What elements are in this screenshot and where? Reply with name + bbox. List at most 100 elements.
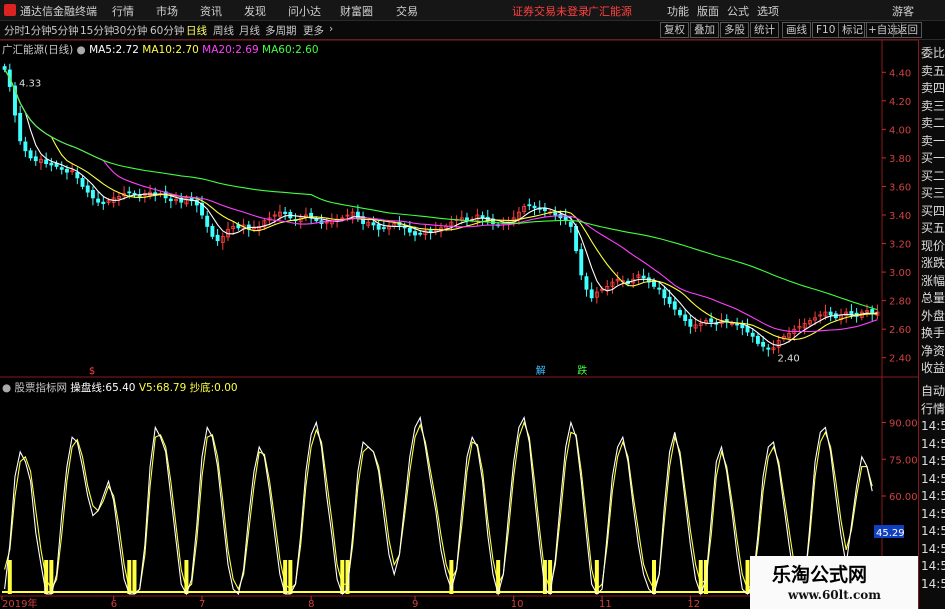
candle-body <box>96 198 101 203</box>
side-panel-item: 涨幅 <box>921 273 945 288</box>
side-panel-item: 换手 <box>921 326 945 340</box>
candle-body <box>574 226 579 252</box>
side-panel-item: 委比 <box>921 46 945 60</box>
candle-body <box>407 228 412 233</box>
side-panel-tick-item: 14:5 <box>921 436 945 451</box>
candle-body <box>28 150 33 159</box>
xtick-label: 7 <box>199 599 205 609</box>
candle-body <box>381 227 386 229</box>
ma10-value: 2.70 <box>175 44 199 56</box>
side-panel-item: 收益 <box>921 361 945 375</box>
ma-line-ma10 <box>4 69 878 341</box>
candle-body <box>314 218 319 222</box>
candle-body <box>766 347 771 350</box>
candle-body <box>101 201 106 204</box>
side-panel-tick-item: 14:5 <box>921 576 945 591</box>
candle-body <box>64 168 69 173</box>
candle-body <box>168 198 173 202</box>
main-ytick-label: 3.60 <box>889 182 911 193</box>
candle-body <box>90 190 95 199</box>
xtick-label: 8 <box>308 599 314 609</box>
chaodi-bar <box>7 560 12 594</box>
main-ytick-label: 4.00 <box>889 125 911 136</box>
event-marker[interactable]: $ <box>89 366 95 377</box>
main-ytick-label: 3.00 <box>889 268 911 279</box>
candle-body <box>371 222 376 226</box>
candle-body <box>283 211 288 214</box>
ma5-value: 2.72 <box>115 44 139 56</box>
side-panel-tick-item: 14:5 <box>921 559 945 573</box>
ma20-value: 2.69 <box>235 44 259 56</box>
candle-body <box>657 287 662 290</box>
watermark-title: 乐淘公式网 <box>772 564 868 586</box>
candle-body <box>662 289 667 299</box>
candle-body <box>761 341 766 347</box>
candle-body <box>568 221 573 227</box>
side-panel-tick-item: 14:5 <box>921 471 945 486</box>
stock-title: 广汇能源(日线) <box>2 44 74 56</box>
side-panel-item: 外盘 <box>921 308 945 323</box>
side-panel-tick-item: 14:5 <box>921 489 945 503</box>
indicator-legend: ● 股票指标网 操盘线:65.40 V5:68.79 抄底:0.00 <box>2 380 238 395</box>
side-panel-tick-item: 14:5 <box>921 506 945 521</box>
candle-body <box>672 301 677 310</box>
side-panel-item: 卖二 <box>921 116 945 130</box>
candle-body <box>376 224 381 230</box>
candle-body <box>828 311 833 316</box>
candle-body <box>678 309 682 316</box>
ma60-value: 2.60 <box>295 44 319 56</box>
side-panel-item: 总量 <box>921 291 945 305</box>
watermark: 乐淘公式网 www.60lt.com <box>750 556 918 609</box>
candle-body <box>589 289 594 299</box>
side-panel-item: 净资 <box>921 343 945 358</box>
candle-body <box>205 215 210 227</box>
candle-body <box>553 212 558 216</box>
current-value-label: 45.29 <box>876 528 905 539</box>
candle-body <box>23 141 28 152</box>
candle-body <box>532 205 537 209</box>
event-marker[interactable]: 跌 <box>577 364 587 377</box>
candle-body <box>85 185 90 193</box>
candle-body <box>210 226 215 237</box>
candle-body <box>33 156 38 162</box>
ma20-label: MA20: <box>202 44 236 56</box>
xtick-label: 6 <box>111 599 117 609</box>
price-annotation: 4.33 <box>19 78 41 89</box>
candle-body <box>418 232 423 235</box>
side-panel-item: 涨跌 <box>921 256 945 270</box>
caopan-label: 操盘线: <box>70 382 106 394</box>
candle-body <box>584 276 589 290</box>
chaodi-value: 0.00 <box>214 382 238 394</box>
ma5-label: MA5: <box>89 44 116 56</box>
side-panel-item: 买三 <box>921 186 945 200</box>
xtick-label: 11 <box>599 599 612 609</box>
candle-body <box>641 275 646 279</box>
sub-ytick-label: 75.00 <box>889 455 918 466</box>
v5-label: V5: <box>138 382 157 394</box>
main-legend: 广汇能源(日线) ● MA5:2.72 MA10:2.70 MA20:2.69 … <box>2 42 319 57</box>
ma-line-ma5 <box>4 69 878 347</box>
main-ytick-label: 3.20 <box>889 240 911 251</box>
ma-line-ma60 <box>4 69 878 311</box>
caopan-value: 65.40 <box>105 382 136 394</box>
settings-icon[interactable]: ● <box>77 44 86 56</box>
candle-body <box>413 231 417 236</box>
candle-body <box>49 162 54 166</box>
candle-body <box>75 172 80 179</box>
ma-line-ma20 <box>4 69 878 333</box>
side-panel-tick-item: 14:5 <box>921 454 945 468</box>
watermark-url: www.60lt.com <box>788 588 881 602</box>
side-panel-tick-item: 14:5 <box>921 524 945 538</box>
side-panel-item: 买四 <box>921 203 945 218</box>
event-marker[interactable]: 解 <box>536 364 546 377</box>
candle-body <box>527 204 532 207</box>
candle-body <box>44 159 49 165</box>
side-panel-item: 买二 <box>921 168 945 183</box>
indicator-title: 股票指标网 <box>14 382 68 394</box>
chart-canvas[interactable]: 4.40 4.20 4.00 3.80 3.60 3.40 3.20 3.00 2.80 2.60… <box>0 0 918 609</box>
candle-body <box>755 335 760 344</box>
candle-body <box>667 296 672 304</box>
main-ytick-label: 2.60 <box>889 325 911 336</box>
candle-body <box>750 332 755 337</box>
indicator-settings-icon[interactable]: ● <box>2 382 11 394</box>
